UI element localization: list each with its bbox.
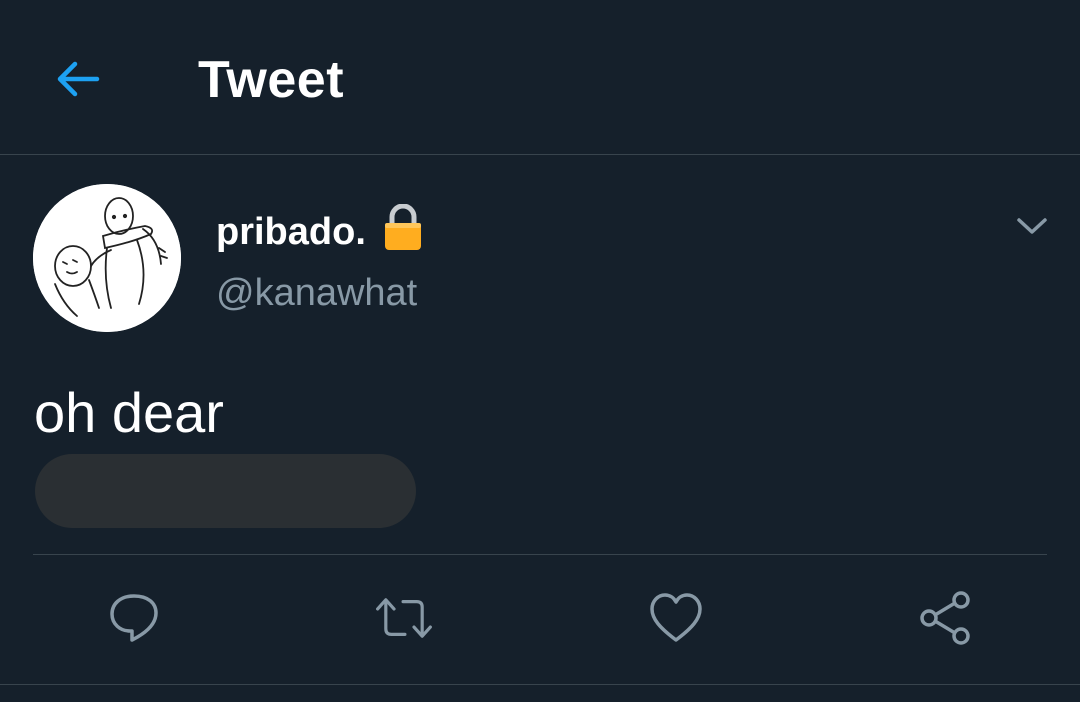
top-app-bar: Tweet (0, 0, 1080, 155)
chevron-down-icon (1017, 218, 1047, 234)
retweet-icon (376, 598, 432, 638)
share-button[interactable] (916, 588, 976, 648)
retweet-button[interactable] (374, 588, 434, 648)
user-handle[interactable]: @kanawhat (216, 272, 417, 315)
tweet-text: oh dear (34, 381, 224, 444)
display-name[interactable]: pribado. (216, 203, 422, 260)
tweet-menu-button[interactable] (1012, 206, 1052, 246)
back-button[interactable] (46, 48, 108, 110)
like-button[interactable] (646, 588, 706, 648)
divider (33, 554, 1047, 555)
avatar-illustration (33, 184, 181, 332)
bottom-divider (0, 684, 1080, 685)
redacted-block (35, 454, 416, 528)
avatar[interactable] (33, 184, 181, 332)
like-icon (650, 593, 702, 642)
share-icon (920, 591, 970, 645)
reply-icon (110, 594, 158, 642)
reply-button[interactable] (104, 588, 164, 648)
arrow-left-icon (57, 61, 100, 97)
page-title: Tweet (198, 51, 345, 109)
display-name-text: pribado. (216, 210, 366, 253)
lock-icon (384, 203, 422, 260)
